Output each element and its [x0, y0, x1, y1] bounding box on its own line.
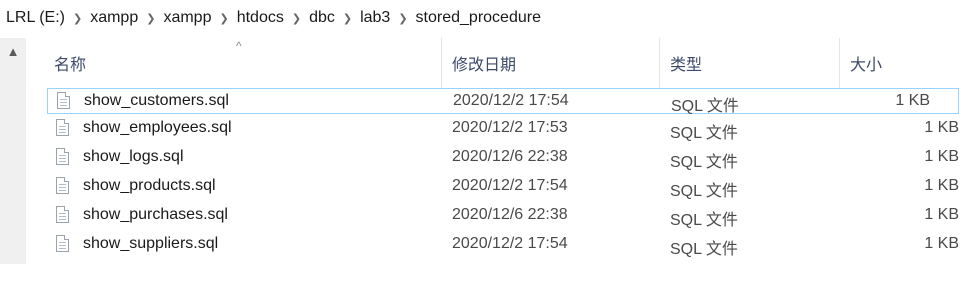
column-header-type-label: 类型	[670, 57, 703, 74]
file-name: show_products.sql	[83, 177, 216, 194]
navigation-pane-scrollbar[interactable]: ▲	[0, 38, 26, 264]
file-size: 1 KB	[924, 235, 959, 252]
column-header-type[interactable]: 类型	[660, 38, 840, 88]
file-type: SQL 文件	[670, 212, 738, 229]
document-icon	[57, 92, 70, 109]
file-name: show_logs.sql	[83, 148, 184, 165]
document-icon	[56, 177, 69, 194]
document-icon	[56, 119, 69, 136]
file-name: show_purchases.sql	[83, 206, 228, 223]
chevron-right-icon[interactable]: ❯	[343, 12, 352, 25]
column-header-name-label: 名称	[54, 57, 87, 74]
column-header-date-label: 修改日期	[452, 57, 517, 74]
column-header-size-label: 大小	[850, 57, 883, 74]
file-type: SQL 文件	[670, 241, 738, 258]
file-size: 1 KB	[924, 206, 959, 223]
file-date: 2020/12/6 22:38	[452, 206, 568, 223]
file-row[interactable]: show_suppliers.sql 2020/12/2 17:54 SQL 文…	[47, 232, 968, 258]
document-icon	[56, 206, 69, 223]
breadcrumb-item-drive[interactable]: LRL (E:)	[6, 9, 65, 27]
column-header-date[interactable]: 修改日期	[442, 38, 660, 88]
file-size: 1 KB	[895, 92, 930, 109]
address-breadcrumb: LRL (E:) ❯ xampp ❯ xampp ❯ htdocs ❯ dbc …	[0, 0, 968, 36]
file-name: show_customers.sql	[84, 92, 229, 109]
file-size: 1 KB	[924, 177, 959, 194]
column-header-name[interactable]: 名称 ^	[26, 38, 442, 88]
chevron-right-icon[interactable]: ❯	[219, 12, 228, 25]
file-date: 2020/12/2 17:53	[452, 119, 568, 136]
file-row[interactable]: show_logs.sql 2020/12/6 22:38 SQL 文件 1 K…	[47, 145, 968, 171]
sort-ascending-icon: ^	[236, 39, 242, 53]
document-icon	[56, 235, 69, 252]
file-date: 2020/12/2 17:54	[452, 235, 568, 252]
file-date: 2020/12/6 22:38	[452, 148, 568, 165]
chevron-right-icon[interactable]: ❯	[73, 12, 82, 25]
breadcrumb-item-xampp-2[interactable]: xampp	[163, 9, 211, 27]
file-row[interactable]: show_products.sql 2020/12/2 17:54 SQL 文件…	[47, 174, 968, 200]
file-type: SQL 文件	[670, 125, 738, 142]
file-type: SQL 文件	[670, 154, 738, 171]
file-size: 1 KB	[924, 119, 959, 136]
chevron-right-icon[interactable]: ❯	[292, 12, 301, 25]
file-name: show_employees.sql	[83, 119, 232, 136]
breadcrumb-item-stored-procedure[interactable]: stored_procedure	[416, 9, 541, 27]
column-header-size[interactable]: 大小	[840, 38, 968, 88]
file-type: SQL 文件	[671, 98, 739, 115]
breadcrumb-item-dbc[interactable]: dbc	[309, 9, 335, 27]
breadcrumb-item-htdocs[interactable]: htdocs	[237, 9, 284, 27]
scroll-up-icon[interactable]: ▲	[0, 38, 26, 64]
file-row[interactable]: show_employees.sql 2020/12/2 17:53 SQL 文…	[47, 116, 968, 142]
file-row[interactable]: show_customers.sql 2020/12/2 17:54 SQL 文…	[47, 88, 959, 115]
breadcrumb-item-lab3[interactable]: lab3	[360, 9, 390, 27]
file-row[interactable]: show_purchases.sql 2020/12/6 22:38 SQL 文…	[47, 203, 968, 229]
file-type: SQL 文件	[670, 183, 738, 200]
file-date: 2020/12/2 17:54	[452, 177, 568, 194]
column-header-row: 名称 ^ 修改日期 类型 大小	[26, 38, 968, 88]
file-name: show_suppliers.sql	[83, 235, 219, 252]
breadcrumb-item-xampp[interactable]: xampp	[90, 9, 138, 27]
chevron-right-icon[interactable]: ❯	[398, 12, 407, 25]
document-icon	[56, 148, 69, 165]
file-date: 2020/12/2 17:54	[453, 92, 569, 109]
chevron-right-icon[interactable]: ❯	[146, 12, 155, 25]
file-size: 1 KB	[924, 148, 959, 165]
